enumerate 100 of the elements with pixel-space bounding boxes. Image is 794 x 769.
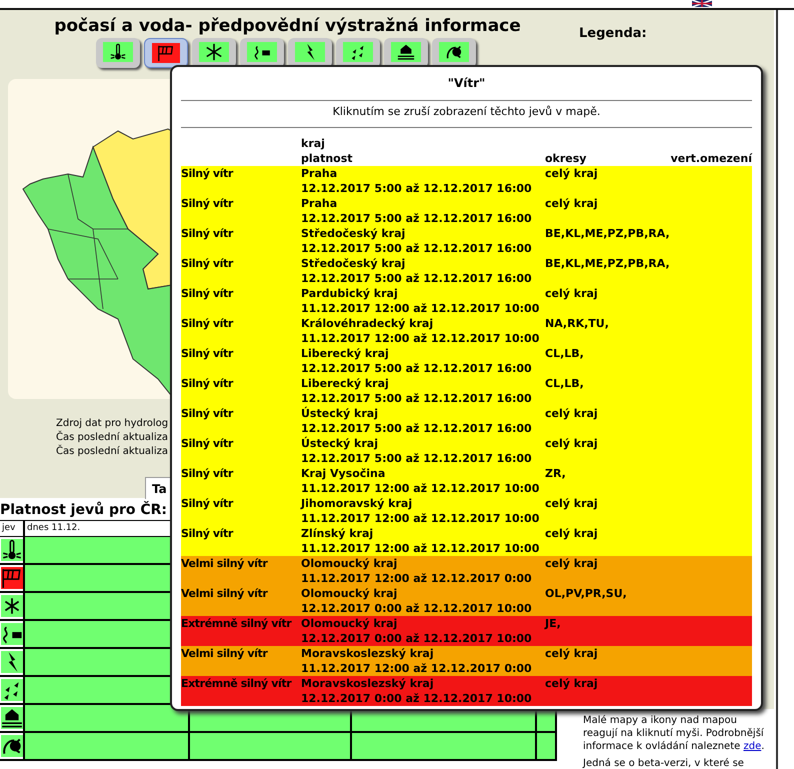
validity-period: 11.12.2017 12:00 až 12.12.2017 10:00 <box>301 511 540 526</box>
warning-type: Velmi silný vítr <box>181 647 268 660</box>
region-name: Královéhradecký kraj <box>301 316 434 331</box>
districts: CL,LB, <box>545 347 584 360</box>
districts: OL,PV,PR,SU, <box>545 587 627 600</box>
warning-row[interactable]: Silný vítr Středočeský kraj 12.12.2017 5:00 až 12.12.2017 16:00 BE,KL,ME,PZ,PB,RA, <box>181 256 752 286</box>
warning-type: Extrémně silný vítr <box>181 617 292 630</box>
districts: CL,LB, <box>545 377 584 390</box>
warning-row[interactable]: Silný vítr Ústecký kraj 12.12.2017 5:00 až 12.12.2017 16:00 celý kraj <box>181 406 752 436</box>
warning-type: Silný vítr <box>181 227 233 240</box>
region-name: Kraj Vysočina <box>301 466 386 481</box>
warning-row[interactable]: Silný vítr Praha 12.12.2017 5:00 až 12.12.2017 16:00 celý kraj <box>181 166 752 196</box>
region-name: Moravskoslezský kraj <box>301 676 435 691</box>
region-name: Praha <box>301 196 338 211</box>
warning-row[interactable]: Silný vítr Středočeský kraj 12.12.2017 5:00 až 12.12.2017 16:00 BE,KL,ME,PZ,PB,RA, <box>181 226 752 256</box>
districts: celý kraj <box>545 527 598 540</box>
page-title: počasí a voda- předpovědní výstražná informace <box>53 15 522 38</box>
region-name: Liberecký kraj <box>301 376 390 391</box>
section-heading: Platnost jevů pro ČR: <box>0 502 168 520</box>
phenomenon-button[interactable] <box>144 38 188 68</box>
warning-row[interactable]: Silný vítr Ústecký kraj 12.12.2017 5:00 až 12.12.2017 16:00 celý kraj <box>181 436 752 466</box>
region-name: Moravskoslezský kraj <box>301 646 435 661</box>
warning-row[interactable]: Velmi silný vítr Moravskoslezský kraj 11.12.2017 12:00 až 12.12.2017 0:00 celý kraj <box>181 646 752 676</box>
popup-title: "Vítr" <box>446 76 486 92</box>
warning-type: Silný vítr <box>181 527 233 540</box>
districts: celý kraj <box>545 437 598 450</box>
warning-type: Silný vítr <box>181 437 233 450</box>
popup-hint[interactable]: Kliknutím se zruší zobrazení těchto jevů v mapě. <box>181 105 752 119</box>
validity-period: 12.12.2017 5:00 až 12.12.2017 16:00 <box>301 241 533 256</box>
info-line: Čas poslední aktualiza <box>56 445 168 459</box>
phenomenon-button[interactable] <box>432 38 476 68</box>
districts: celý kraj <box>545 197 598 210</box>
region-name: Středočeský kraj <box>301 256 406 271</box>
warning-row[interactable]: Silný vítr Liberecký kraj 12.12.2017 5:00 až 12.12.2017 16:00 CL,LB, <box>181 376 752 406</box>
snowflake-icon <box>205 43 223 61</box>
phenomenon-button[interactable] <box>240 38 284 68</box>
region-name: Olomoucký kraj <box>301 556 398 571</box>
validity-period: 12.12.2017 5:00 až 12.12.2017 16:00 <box>301 181 533 196</box>
warning-row[interactable]: Velmi silný vítr Olomoucký kraj 12.12.2017 0:00 až 12.12.2017 10:00 OL,PV,PR,SU, <box>181 586 752 616</box>
phenomenon-button[interactable] <box>192 38 236 68</box>
warning-type: Silný vítr <box>181 497 233 510</box>
validity-period: 11.12.2017 12:00 až 12.12.2017 10:00 <box>301 541 540 556</box>
validity-period: 12.12.2017 5:00 až 12.12.2017 16:00 <box>301 451 533 466</box>
districts: celý kraj <box>545 167 598 180</box>
validity-period: 12.12.2017 5:00 až 12.12.2017 16:00 <box>301 271 533 286</box>
districts: celý kraj <box>545 407 598 420</box>
region-name: Olomoucký kraj <box>301 586 398 601</box>
region-name: Jihomoravský kraj <box>301 496 414 511</box>
districts: NA,RK,TU, <box>545 317 609 330</box>
windsock-icon <box>157 44 175 62</box>
warning-row[interactable]: Silný vítr Kraj Vysočina 11.12.2017 12:00 až 12.12.2017 10:00 ZR, <box>181 466 752 496</box>
validity-period: 12.12.2017 0:00 až 12.12.2017 10:00 <box>301 601 533 616</box>
warning-row[interactable]: Silný vítr Pardubický kraj 11.12.2017 12:00 až 12.12.2017 10:00 celý kraj <box>181 286 752 316</box>
phenomenon-button[interactable] <box>336 38 380 68</box>
info-line: Čas poslední aktualiza <box>56 431 168 444</box>
warning-row[interactable]: Velmi silný vítr Olomoucký kraj 11.12.2017 12:00 až 12.12.2017 0:00 celý kraj <box>181 556 752 586</box>
region-name: Středočeský kraj <box>301 226 406 241</box>
warning-row[interactable]: Extrémně silný vítr Moravskoslezský kraj 12.12.2017 0:00 až 12.12.2017 10:00 celý kraj <box>181 676 752 706</box>
districts: celý kraj <box>545 677 598 690</box>
warning-row[interactable]: Silný vítr Jihomoravský kraj 11.12.2017 12:00 až 12.12.2017 10:00 celý kraj <box>181 496 752 526</box>
warning-type: Extrémně silný vítr <box>181 677 292 690</box>
validity-period: 11.12.2017 12:00 až 12.12.2017 0:00 <box>301 571 533 586</box>
help-link[interactable]: zde <box>743 741 762 752</box>
region-name: Praha <box>301 166 338 181</box>
warning-row[interactable]: Silný vítr Praha 12.12.2017 5:00 až 12.12.2017 16:00 celý kraj <box>181 196 752 226</box>
validity-period: 12.12.2017 0:00 až 12.12.2017 10:00 <box>301 631 533 646</box>
warning-row[interactable]: Extrémně silný vítr Olomoucký kraj 12.12.2017 0:00 až 12.12.2017 10:00 JE, <box>181 616 752 646</box>
column-header: okresy <box>545 152 586 165</box>
swirl-icon <box>445 43 463 61</box>
validity-period: 11.12.2017 12:00 až 12.12.2017 10:00 <box>301 331 540 346</box>
warning-type: Silný vítr <box>181 257 233 270</box>
validity-period: 12.12.2017 5:00 až 12.12.2017 16:00 <box>301 391 533 406</box>
validity-period: 11.12.2017 12:00 až 12.12.2017 0:00 <box>301 661 533 676</box>
warning-type: Velmi silný vítr <box>181 557 268 570</box>
validity-period: 12.12.2017 0:00 až 12.12.2017 10:00 <box>301 691 533 706</box>
flag-icon[interactable] <box>692 0 712 7</box>
districts: BE,KL,ME,PZ,PB,RA, <box>545 227 670 240</box>
validity-period: 12.12.2017 5:00 až 12.12.2017 16:00 <box>301 421 533 436</box>
warning-type: Silný vítr <box>181 407 233 420</box>
region-name: Ústecký kraj <box>301 436 379 451</box>
phenomenon-button[interactable] <box>288 38 332 68</box>
phenomenon-button[interactable] <box>384 38 428 68</box>
warning-type: Silný vítr <box>181 377 233 390</box>
region-name: Liberecký kraj <box>301 346 390 361</box>
districts: celý kraj <box>545 557 598 570</box>
phenomenon-button[interactable] <box>96 38 140 68</box>
warning-type: Silný vítr <box>181 347 233 360</box>
column-header: vert.omezení <box>670 152 752 165</box>
warning-row[interactable]: Silný vítr Zlínský kraj 11.12.2017 12:00 až 12.12.2017 10:00 celý kraj <box>181 526 752 556</box>
region-name: Olomoucký kraj <box>301 616 398 631</box>
districts: BE,KL,ME,PZ,PB,RA, <box>545 257 670 270</box>
region-name: Zlínský kraj <box>301 526 374 541</box>
warning-type: Velmi silný vítr <box>181 587 268 600</box>
warning-row[interactable]: Silný vítr Liberecký kraj 12.12.2017 5:00 až 12.12.2017 16:00 CL,LB, <box>181 346 752 376</box>
validity-period: 11.12.2017 12:00 až 12.12.2017 10:00 <box>301 481 540 496</box>
validity-period: 11.12.2017 12:00 až 12.12.2017 10:00 <box>301 301 540 316</box>
warning-type: Silný vítr <box>181 197 233 210</box>
warning-row[interactable]: Silný vítr Královéhradecký kraj 11.12.2017 12:00 až 12.12.2017 10:00 NA,RK,TU, <box>181 316 752 346</box>
info-line: Zdroj dat pro hydrolog <box>56 417 168 430</box>
districts: celý kraj <box>545 497 598 510</box>
